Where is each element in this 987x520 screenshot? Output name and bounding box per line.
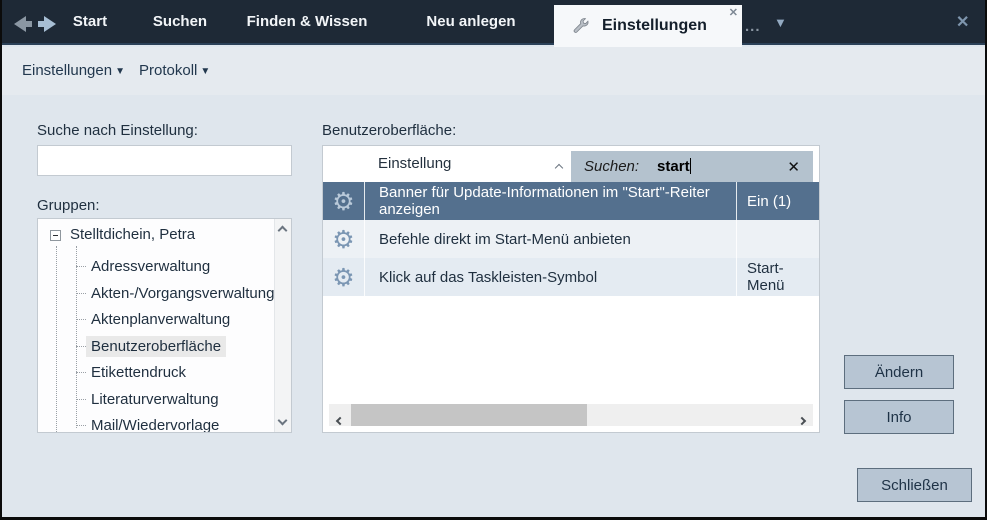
table-caption: Benutzeroberfläche: <box>322 122 456 139</box>
tree-connector-line <box>76 246 77 428</box>
tab-start[interactable]: Start <box>73 13 107 30</box>
tree-connector-line <box>56 246 57 432</box>
tree-scrollbar[interactable] <box>274 219 291 432</box>
tab-bar: Start Suchen Finden & Wissen Neu anlegen… <box>2 0 985 45</box>
tab-close-icon[interactable]: ✕ <box>729 6 738 19</box>
tree-tick <box>76 399 86 400</box>
tab-neu-anlegen[interactable]: Neu anlegen <box>426 13 515 30</box>
tree-tick <box>76 293 86 294</box>
tab-overflow[interactable]: ... <box>745 18 761 35</box>
gear-icon: ⚙ <box>332 265 354 290</box>
tab-suchen[interactable]: Suchen <box>153 13 207 30</box>
text-cursor <box>690 158 691 174</box>
horizontal-scrollbar[interactable] <box>329 404 813 426</box>
tree-item-aktenplanverwaltung[interactable]: Aktenplanverwaltung <box>86 309 235 330</box>
wrench-icon <box>570 16 590 36</box>
tree-item-benutzeroberflaeche-selected[interactable]: Benutzeroberfläche <box>86 336 226 357</box>
row-setting: Banner für Update-Informationen im "Star… <box>365 182 737 220</box>
settings-window: Start Suchen Finden & Wissen Neu anlegen… <box>0 0 987 520</box>
settings-table: Einstellung Suchen: start ✕ ⚙ Banner für… <box>322 145 820 433</box>
menu-protokoll[interactable]: Protokoll▼ <box>139 62 210 79</box>
scroll-right-icon[interactable] <box>799 411 805 428</box>
active-tab-label: Einstellungen <box>602 17 707 35</box>
tab-list-dropdown-icon[interactable]: ▼ <box>774 15 787 30</box>
scroll-down-icon[interactable] <box>278 416 288 426</box>
table-row[interactable]: ⚙ Banner für Update-Informationen im "St… <box>323 182 819 220</box>
menu-einstellungen-label: Einstellungen <box>22 62 112 79</box>
groups-label: Gruppen: <box>37 197 100 214</box>
toolbar: Einstellungen▼ Protokoll▼ <box>2 47 985 95</box>
search-setting-label: Suche nach Einstellung: <box>37 122 198 139</box>
info-button[interactable]: Info <box>844 400 954 434</box>
gear-icon: ⚙ <box>332 189 354 214</box>
aendern-button[interactable]: Ändern <box>844 355 954 389</box>
tab-einstellungen-active[interactable]: Einstellungen ✕ <box>554 5 742 47</box>
tree-tick <box>76 319 86 320</box>
search-value[interactable]: start <box>657 158 691 175</box>
menu-protokoll-label: Protokoll <box>139 62 197 79</box>
groups-tree: Stelltdichein, Petra Adressverwaltung Ak… <box>37 218 292 433</box>
menu-einstellungen[interactable]: Einstellungen▼ <box>22 62 125 79</box>
gear-icon: ⚙ <box>332 227 354 252</box>
tree-item-mail-wiedervorlage[interactable]: Mail/Wiedervorlage <box>86 415 224 433</box>
tree-item-etikettendruck[interactable]: Etikettendruck <box>86 362 191 383</box>
table-header[interactable]: Einstellung Suchen: start ✕ <box>323 146 819 182</box>
tree-item-literaturverwaltung[interactable]: Literaturverwaltung <box>86 389 224 410</box>
scroll-left-icon[interactable] <box>337 411 343 428</box>
schliessen-button[interactable]: Schließen <box>857 468 972 502</box>
search-close-icon[interactable]: ✕ <box>787 158 800 176</box>
table-row[interactable]: ⚙ Befehle direkt im Start-Menü anbieten <box>323 220 819 258</box>
search-setting-input[interactable] <box>37 145 292 176</box>
row-value: Ein (1) <box>737 182 819 220</box>
back-forward-icons[interactable] <box>12 15 60 33</box>
scroll-up-icon[interactable] <box>278 226 288 236</box>
window-close-icon[interactable]: ✕ <box>956 12 969 32</box>
tree-root-node[interactable]: Stelltdichein, Petra <box>70 226 195 243</box>
chevron-down-icon: ▼ <box>115 66 125 77</box>
row-setting: Klick auf das Taskleisten-Symbol <box>365 258 737 296</box>
row-value <box>737 220 819 258</box>
tree-tick <box>76 372 86 373</box>
tree-tick <box>76 425 86 426</box>
tab-finden-wissen[interactable]: Finden & Wissen <box>247 13 368 30</box>
row-value: Start-Menü <box>737 258 819 296</box>
scrollbar-thumb[interactable] <box>351 404 587 426</box>
chevron-down-icon: ▼ <box>200 66 210 77</box>
tree-tick <box>76 346 86 347</box>
row-icon-cell: ⚙ <box>323 182 365 220</box>
tree-item-adressverwaltung[interactable]: Adressverwaltung <box>86 256 215 277</box>
column-einstellung[interactable]: Einstellung <box>378 155 451 172</box>
table-row[interactable]: ⚙ Klick auf das Taskleisten-Symbol Start… <box>323 258 819 296</box>
row-setting: Befehle direkt im Start-Menü anbieten <box>365 220 737 258</box>
tree-tick <box>76 266 86 267</box>
row-icon-cell: ⚙ <box>323 258 365 296</box>
table-search-box[interactable]: Suchen: start ✕ <box>571 151 813 182</box>
tree-item-akten-vorgangsverwaltung[interactable]: Akten-/Vorgangsverwaltung <box>86 283 279 304</box>
row-icon-cell: ⚙ <box>323 220 365 258</box>
search-label: Suchen: <box>584 158 639 175</box>
sort-asc-icon <box>556 158 562 175</box>
tree-collapse-icon[interactable] <box>50 230 61 241</box>
